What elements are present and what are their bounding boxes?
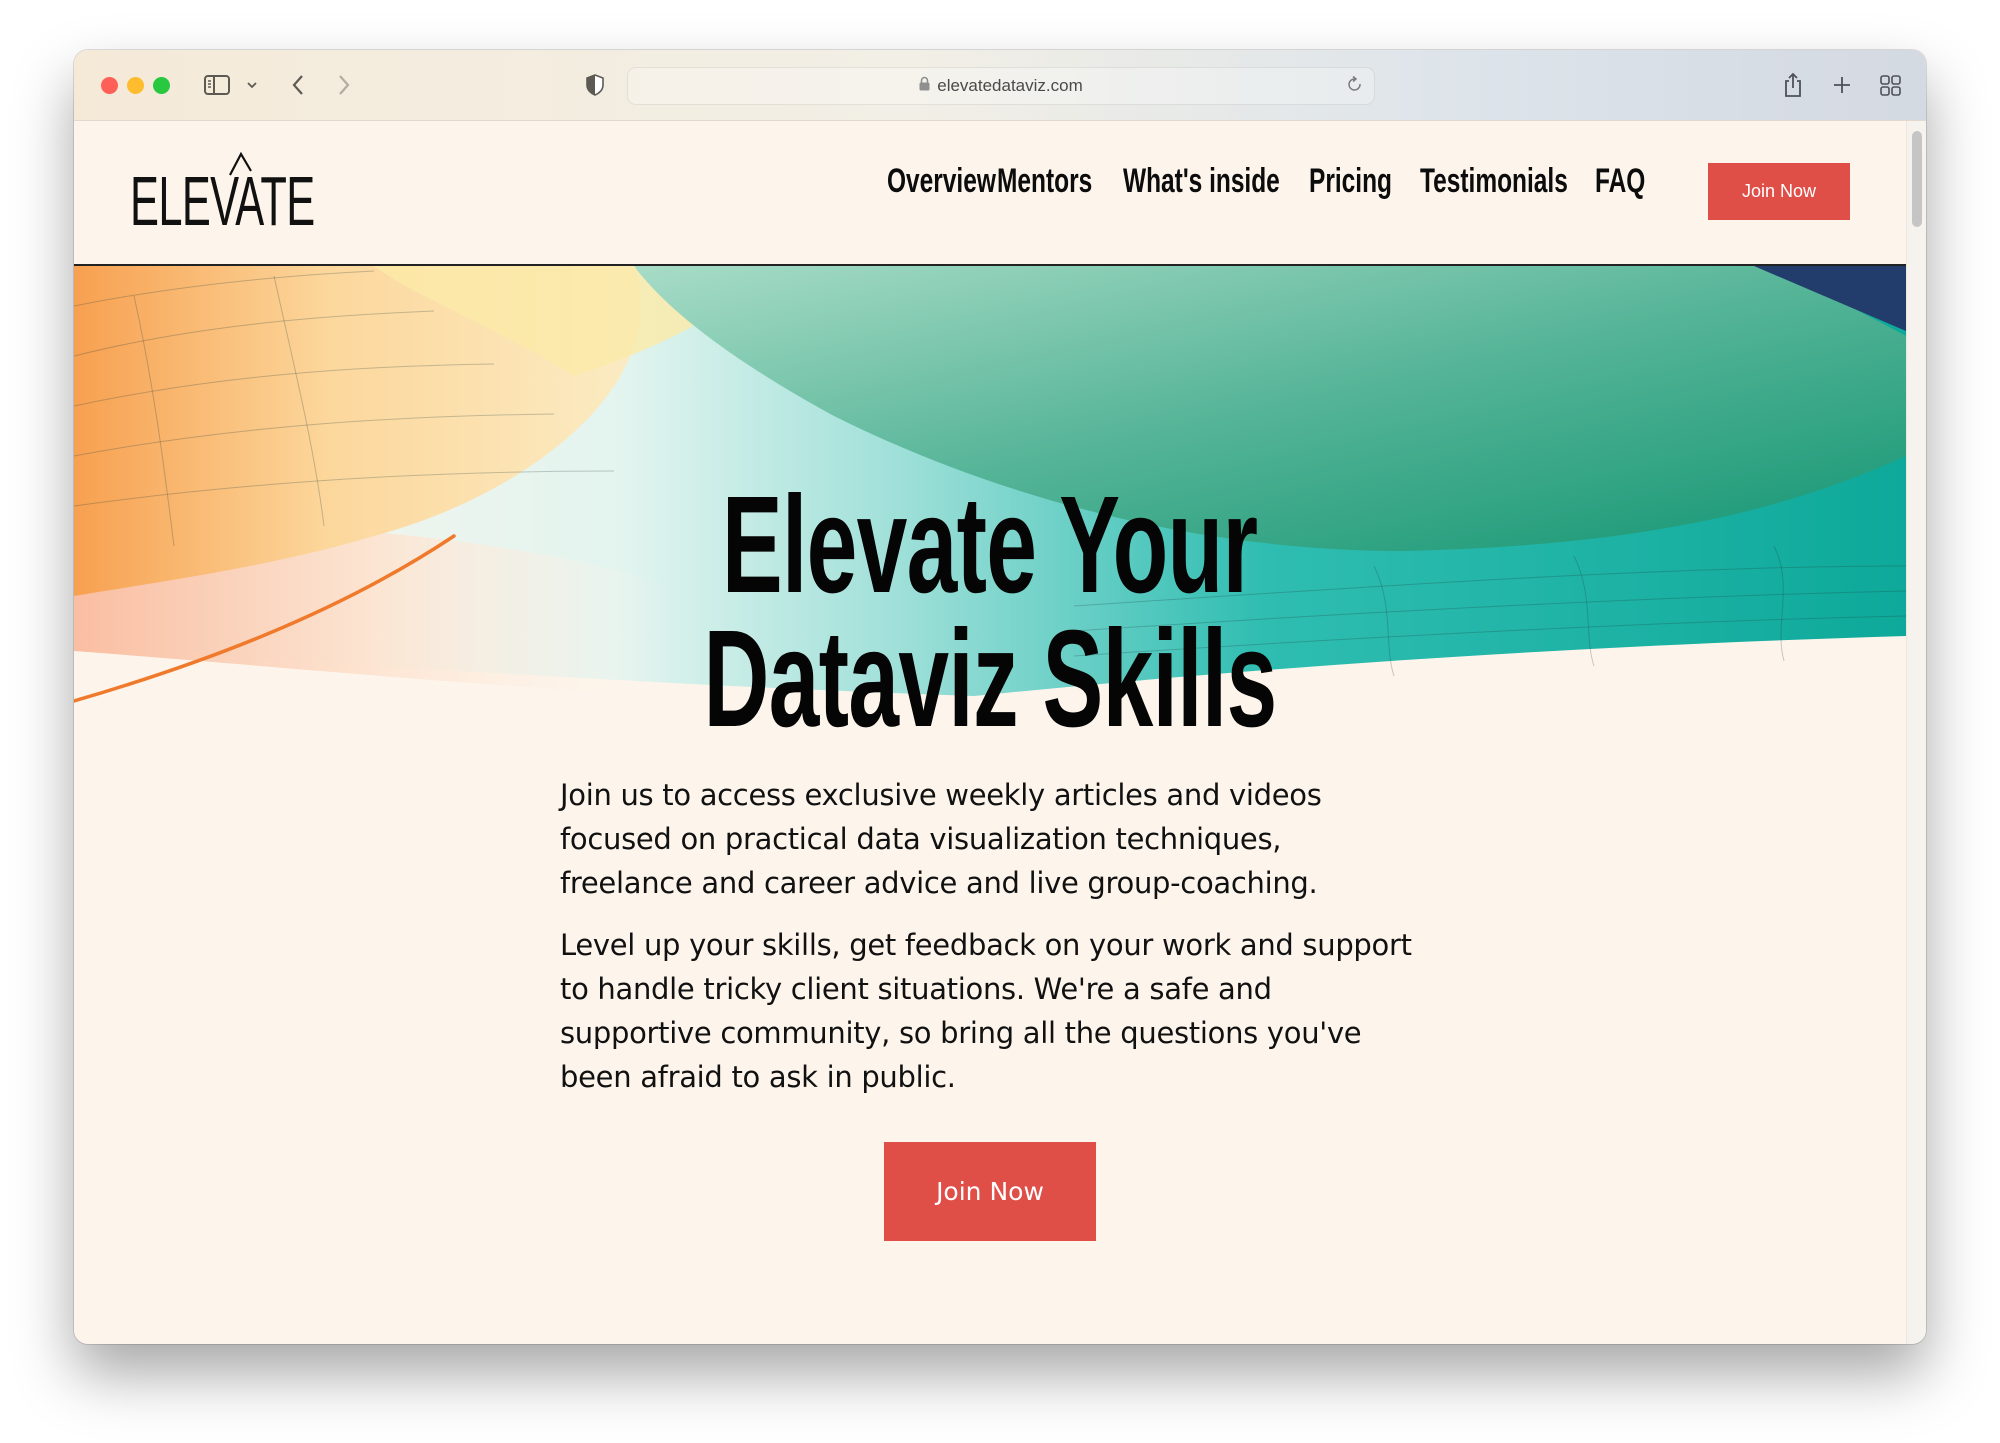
share-icon[interactable] [1781, 70, 1805, 100]
sidebar-icon[interactable] [202, 70, 232, 100]
logo-peak-icon [229, 151, 252, 176]
chevron-left-icon[interactable] [288, 70, 308, 100]
grid-icon[interactable] [1878, 70, 1902, 100]
vertical-scrollbar[interactable] [1906, 121, 1926, 1344]
nav-whats-inside[interactable]: What's inside [1123, 161, 1280, 201]
hero-title-line-2: Dataviz Skills [703, 602, 1278, 756]
plus-icon[interactable] [1830, 70, 1854, 100]
nav-faq[interactable]: FAQ [1595, 161, 1645, 201]
page-viewport: ELEVATE Overview Mentors What's inside P… [74, 121, 1906, 1344]
reload-icon[interactable] [1346, 75, 1364, 100]
hero-description: Join us to access exclusive weekly artic… [560, 773, 1420, 1117]
browser-toolbar: elevatedataviz.com [74, 50, 1926, 121]
nav-overview[interactable]: Overview [887, 161, 996, 201]
scrollbar-thumb[interactable] [1912, 131, 1922, 227]
chevron-right-icon[interactable] [334, 70, 354, 100]
address-bar[interactable]: elevatedataviz.com [627, 67, 1375, 105]
zoom-window-button[interactable] [153, 77, 170, 94]
main-nav: Overview Mentors What's inside Pricing T… [887, 161, 1655, 201]
nav-testimonials[interactable]: Testimonials [1420, 161, 1568, 201]
chevron-down-icon[interactable] [244, 70, 260, 100]
lock-icon [919, 76, 930, 96]
header-join-now-button[interactable]: Join Now [1708, 163, 1850, 220]
minimize-window-button[interactable] [127, 77, 144, 94]
nav-mentors[interactable]: Mentors [997, 161, 1092, 201]
shield-icon[interactable] [584, 70, 606, 100]
close-window-button[interactable] [101, 77, 118, 94]
logo-text: ELEVATE [130, 162, 315, 240]
hero-join-now-button[interactable]: Join Now [884, 1142, 1096, 1241]
hero-paragraph-2: Level up your skills, get feedback on yo… [560, 928, 1412, 1094]
hero-title: Elevate Your Dataviz Skills [74, 476, 1906, 748]
hero-paragraph-1: Join us to access exclusive weekly artic… [560, 778, 1322, 900]
browser-window: elevatedataviz.com ELEVATE Overview Ment… [74, 50, 1926, 1344]
hero-title-line-1: Elevate Your [722, 468, 1258, 622]
url-text: elevatedataviz.com [937, 76, 1083, 95]
logo[interactable]: ELEVATE [130, 151, 428, 236]
nav-pricing[interactable]: Pricing [1309, 161, 1392, 201]
site-header: ELEVATE Overview Mentors What's inside P… [74, 121, 1906, 266]
